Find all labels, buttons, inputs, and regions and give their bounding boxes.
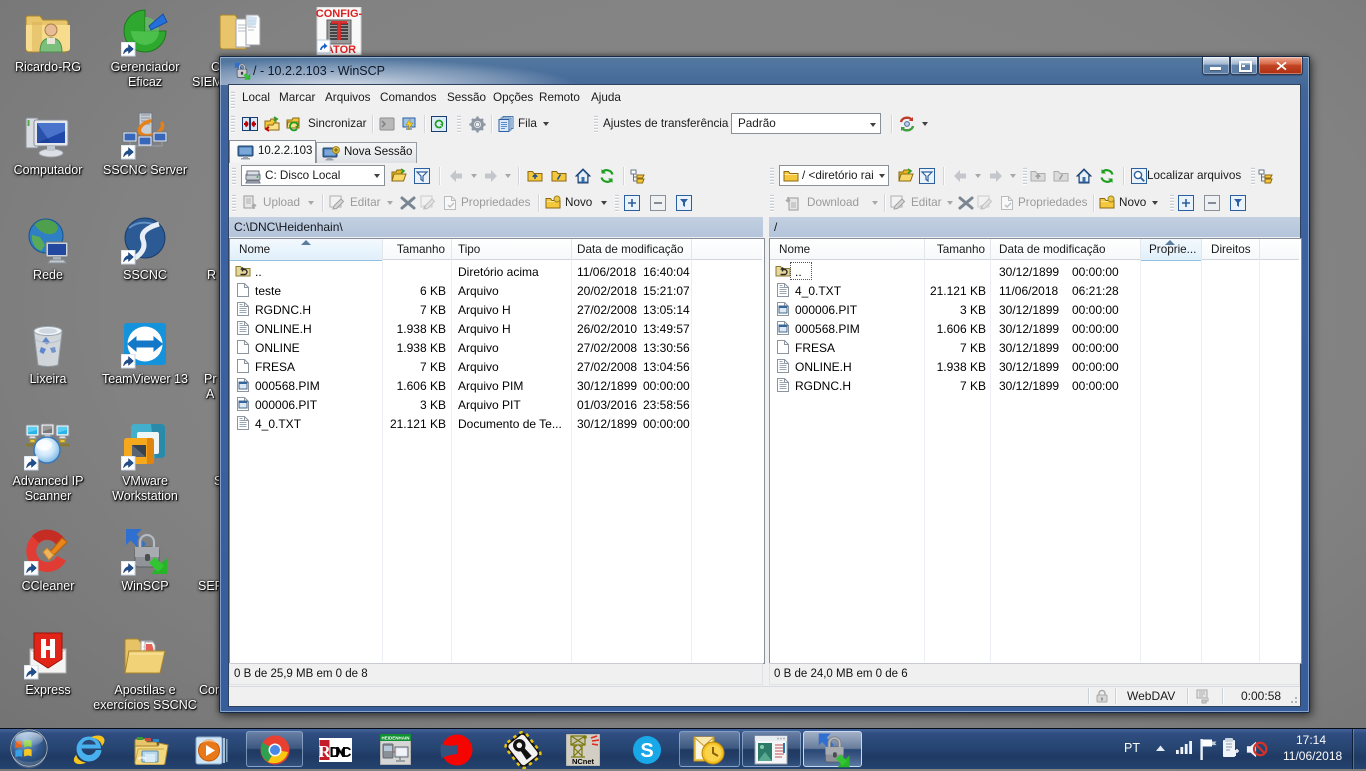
svg-text:x: x [980, 204, 984, 211]
svg-text:x: x [423, 204, 427, 211]
svg-text:CONFIG-: CONFIG- [316, 8, 363, 20]
svg-text:NCnet: NCnet [572, 757, 595, 766]
svg-text:S: S [640, 740, 653, 762]
svg-text:HEIDENHAIN: HEIDENHAIN [381, 736, 409, 741]
svg-text:DNC: DNC [330, 744, 352, 761]
